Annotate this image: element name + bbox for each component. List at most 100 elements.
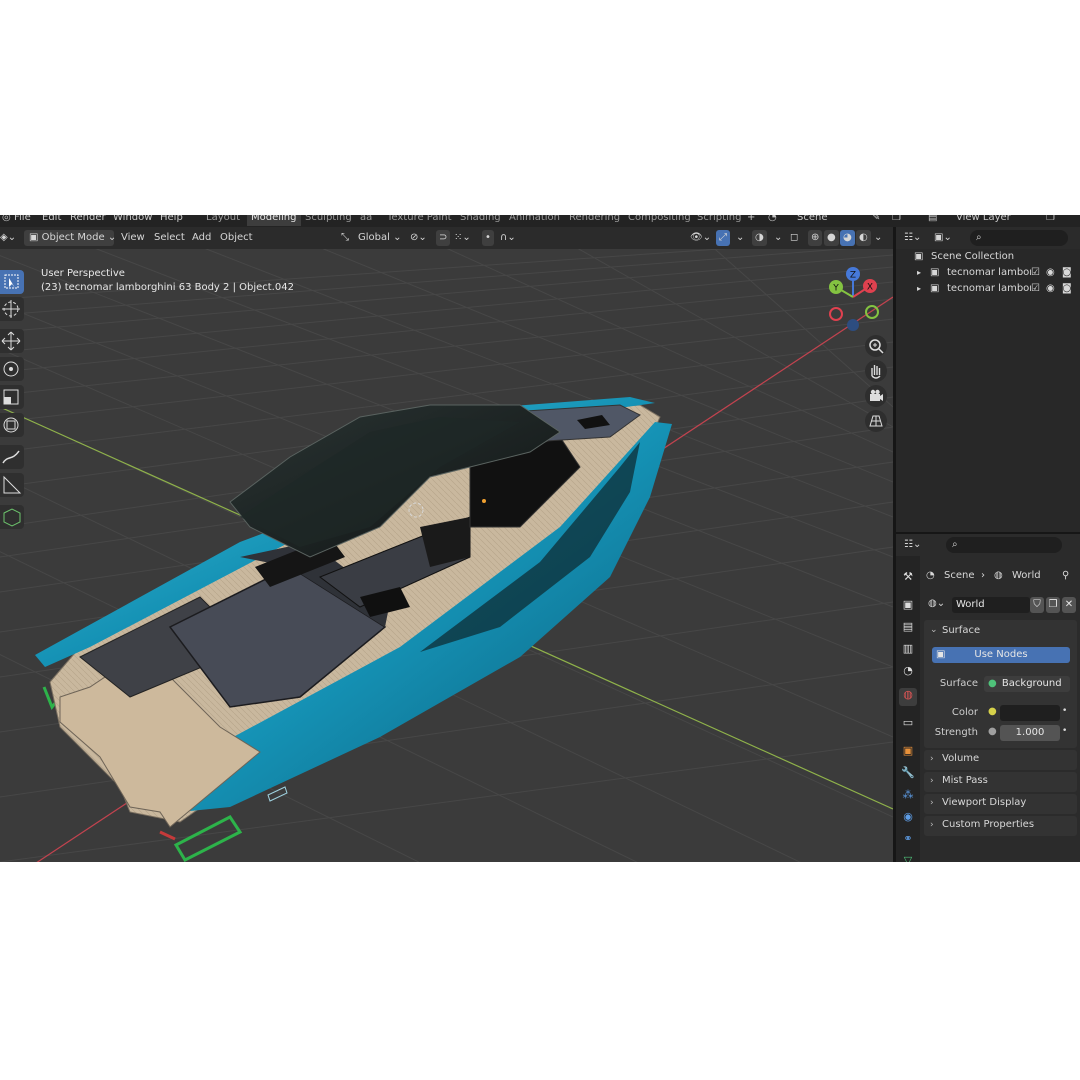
pan-hand-icon[interactable] xyxy=(865,360,887,382)
scale-tool[interactable] xyxy=(0,385,24,409)
tab-sculpting[interactable]: Sculpting xyxy=(301,215,356,226)
outliner-editor-type-icon[interactable]: ☷⌄ xyxy=(904,230,921,246)
duplicate-icon[interactable]: ❐ xyxy=(1046,597,1060,613)
gizmo-menu-icon[interactable]: ⌄ xyxy=(736,230,744,246)
tool-tab-icon[interactable]: ⚒ xyxy=(899,570,917,588)
keyframe-dot-icon[interactable]: • xyxy=(1062,706,1067,716)
modifier-tab-icon[interactable]: 🔧 xyxy=(899,766,917,784)
solid-shading-icon[interactable]: ● xyxy=(824,230,839,246)
output-tab-icon[interactable]: ▤ xyxy=(899,620,917,638)
fake-user-icon[interactable]: ⛉ xyxy=(1030,597,1044,613)
tab-animation[interactable]: Animation xyxy=(505,215,564,226)
world-tab-icon[interactable]: ◍ xyxy=(899,688,917,706)
mode-selector[interactable]: ▣ Object Mode ⌄ xyxy=(24,230,116,246)
ortho-grid-icon[interactable] xyxy=(865,410,887,432)
particles-tab-icon[interactable]: ⁂ xyxy=(899,788,917,806)
annotate-tool[interactable] xyxy=(0,445,24,469)
rendered-shading-icon[interactable]: ◐ xyxy=(856,230,871,246)
snap-target-icon[interactable]: ⁙⌄ xyxy=(454,230,471,246)
proportional-edit-icon[interactable]: • xyxy=(482,230,494,246)
tab-layout[interactable]: Layout xyxy=(202,215,244,226)
menu-render[interactable]: Render xyxy=(70,215,106,223)
color-swatch[interactable] xyxy=(1000,705,1060,721)
tab-modeling[interactable]: Modeling xyxy=(247,215,301,226)
pin-icon[interactable]: ✎ xyxy=(872,215,880,223)
surface-shader-selector[interactable]: ● Background xyxy=(984,676,1070,692)
new-scene-icon[interactable]: ❐ xyxy=(892,215,901,223)
camera-view-icon[interactable] xyxy=(865,385,887,407)
mist-pass-panel[interactable]: › Mist Pass xyxy=(924,772,1077,792)
chevron-down-icon[interactable]: ⌄ xyxy=(930,625,938,635)
measure-tool[interactable] xyxy=(0,473,24,497)
physics-tab-icon[interactable]: ◉ xyxy=(899,810,917,828)
outliner-item[interactable]: ▸ ▣ tecnomar lamborgh ☑ ◉ ◙ xyxy=(896,281,1080,297)
camera-icon[interactable]: ◙ xyxy=(1062,281,1072,297)
color-socket-icon[interactable]: ● xyxy=(988,706,997,717)
add-workspace-icon[interactable]: + xyxy=(747,215,755,223)
data-tab-icon[interactable]: ▽ xyxy=(899,854,917,862)
blender-logo-icon[interactable]: ◎ xyxy=(2,215,11,223)
checkbox-icon[interactable]: ☑ xyxy=(1031,281,1040,297)
view-layer-icon[interactable]: ▤ xyxy=(928,215,937,223)
menu-window[interactable]: Window xyxy=(113,215,152,223)
tab-aa[interactable]: aa xyxy=(356,215,376,226)
material-shading-icon[interactable]: ◕ xyxy=(840,230,855,246)
transform-orientation-icon[interactable]: ⤡ xyxy=(341,230,349,246)
rotate-tool[interactable] xyxy=(0,357,24,381)
use-nodes-button[interactable]: ▣ Use Nodes xyxy=(932,647,1070,663)
outliner-item[interactable]: ▸ ▣ tecnomar lamborgh ☑ ◉ ◙ xyxy=(896,265,1080,281)
gizmo-toggle-icon[interactable]: ⤢ xyxy=(716,230,730,246)
volume-panel[interactable]: › Volume xyxy=(924,750,1077,770)
outliner-scene-collection[interactable]: ▣ Scene Collection xyxy=(896,249,1080,265)
transform-orientation-selector[interactable]: Global ⌄ xyxy=(358,230,401,246)
add-cube-tool[interactable] xyxy=(0,505,24,529)
camera-icon[interactable]: ◙ xyxy=(1062,265,1072,281)
wireframe-shading-icon[interactable]: ⊕ xyxy=(808,230,823,246)
gizmo-neg-z-icon[interactable] xyxy=(847,319,859,331)
scene-selector[interactable]: Scene xyxy=(797,215,828,223)
move-tool[interactable] xyxy=(0,329,24,353)
menu-help[interactable]: Help xyxy=(160,215,183,223)
overlays-menu-icon[interactable]: ⌄ xyxy=(774,230,782,246)
scene-icon[interactable]: ◔ xyxy=(768,215,777,223)
scene-canvas[interactable] xyxy=(0,227,893,862)
scene-tab-icon[interactable]: ◔ xyxy=(899,664,917,682)
transform-tool[interactable] xyxy=(0,413,24,437)
world-name-field[interactable]: World xyxy=(952,597,1030,613)
eye-icon[interactable]: ◉ xyxy=(1046,281,1055,297)
menu-select[interactable]: Select xyxy=(154,230,185,246)
object-tab-icon[interactable]: ▣ xyxy=(899,744,917,762)
pin-icon[interactable]: ⚲ xyxy=(1062,568,1069,584)
collection-tab-icon[interactable]: ▭ xyxy=(899,716,917,734)
checkbox-icon[interactable]: ☑ xyxy=(1031,265,1040,281)
tab-compositing[interactable]: Compositing xyxy=(624,215,695,226)
menu-file[interactable]: File xyxy=(14,215,31,223)
display-mode-icon[interactable]: ▣⌄ xyxy=(934,230,952,246)
pivot-point-icon[interactable]: ⊘⌄ xyxy=(410,230,427,246)
tab-texture-paint[interactable]: Texture Paint xyxy=(383,215,456,226)
constraints-tab-icon[interactable]: ⚭ xyxy=(899,832,917,850)
menu-object[interactable]: Object xyxy=(220,230,253,246)
keyframe-dot-icon[interactable]: • xyxy=(1062,726,1067,736)
unlink-icon[interactable]: ✕ xyxy=(1062,597,1076,613)
overlays-toggle-icon[interactable]: ◑ xyxy=(752,230,767,246)
editor-type-icon[interactable]: ◈⌄ xyxy=(0,230,16,246)
menu-add[interactable]: Add xyxy=(192,230,211,246)
menu-view[interactable]: View xyxy=(121,230,145,246)
render-tab-icon[interactable]: ▣ xyxy=(899,598,917,616)
properties-search-input[interactable]: ⌕ xyxy=(946,537,1062,553)
tab-rendering[interactable]: Rendering xyxy=(565,215,624,226)
xray-toggle-icon[interactable]: ◻ xyxy=(790,230,798,246)
custom-properties-panel[interactable]: › Custom Properties xyxy=(924,816,1077,836)
surface-panel-title[interactable]: Surface xyxy=(942,625,980,636)
properties-editor-type-icon[interactable]: ☷⌄ xyxy=(904,537,921,553)
select-box-tool[interactable] xyxy=(0,270,24,294)
expand-arrow-icon[interactable]: ▸ xyxy=(917,265,921,281)
visibility-icon[interactable]: 👁⌄ xyxy=(690,230,711,246)
expand-arrow-icon[interactable]: ▸ xyxy=(917,281,921,297)
3d-viewport[interactable]: ◈⌄ ▣ Object Mode ⌄ View Select Add Objec… xyxy=(0,227,893,862)
gizmo-neg-y-icon[interactable] xyxy=(865,305,879,319)
outliner-search-input[interactable]: ⌕ xyxy=(970,230,1068,246)
new-view-layer-icon[interactable]: ❐ xyxy=(1046,215,1055,223)
tab-shading[interactable]: Shading xyxy=(456,215,505,226)
